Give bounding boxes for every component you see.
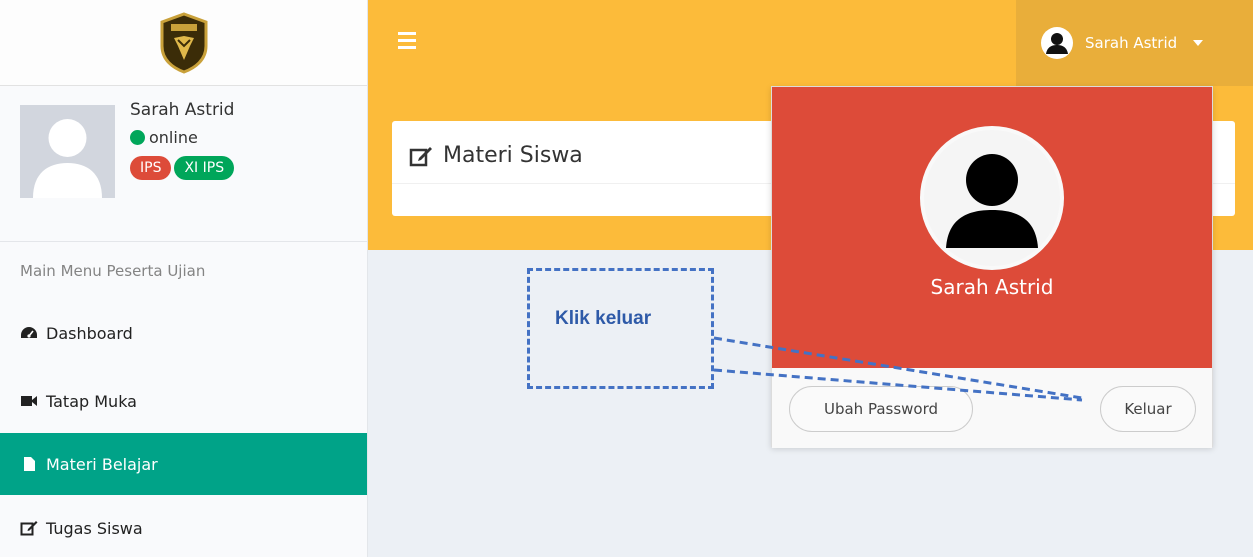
hamburger-menu-icon[interactable] (398, 32, 416, 49)
sidebar-item-tatap-muka[interactable]: Tatap Muka (0, 370, 367, 432)
sidebar-item-label: Tatap Muka (46, 391, 137, 411)
user-panel: Sarah Astrid online IPS XI IPS (0, 86, 367, 242)
profile-avatar-icon (920, 126, 1064, 270)
chevron-down-icon (1193, 40, 1204, 46)
school-logo[interactable] (159, 11, 209, 74)
user-menu-toggle[interactable]: Sarah Astrid (1016, 0, 1253, 86)
sidebar-item-materi-belajar[interactable]: Materi Belajar (0, 433, 367, 495)
dropdown-header: Sarah Astrid (772, 87, 1212, 368)
user-placeholder-icon (20, 105, 115, 198)
sidebar-item-dashboard[interactable]: Dashboard (0, 302, 367, 364)
user-name: Sarah Astrid (130, 100, 235, 120)
dashboard-icon (21, 327, 37, 338)
sidebar-item-label: Tugas Siswa (46, 518, 143, 538)
logo-bar (0, 0, 367, 86)
user-status: online (130, 128, 198, 147)
logout-button[interactable]: Keluar (1100, 386, 1196, 432)
status-label: online (149, 128, 198, 147)
menu-header: Main Menu Peserta Ujian (20, 262, 206, 280)
dropdown-user-name: Sarah Astrid (930, 275, 1054, 299)
dropdown-footer: Ubah Password Keluar (772, 368, 1212, 448)
avatar (20, 105, 115, 198)
badge-class: XI IPS (174, 156, 235, 180)
file-icon (24, 457, 35, 471)
video-camera-icon (21, 396, 37, 406)
annotation-text: Klik keluar (555, 308, 652, 329)
sidebar-item-label: Materi Belajar (46, 454, 158, 474)
top-navbar: Sarah Astrid (368, 0, 1253, 86)
topbar-user-name: Sarah Astrid (1085, 34, 1178, 52)
user-badges: IPS XI IPS (130, 156, 235, 180)
user-dropdown: Sarah Astrid Ubah Password Keluar (771, 86, 1213, 448)
sidebar: Sarah Astrid online IPS XI IPS Main Menu… (0, 0, 368, 557)
user-avatar-icon (1041, 27, 1073, 59)
sidebar-item-tugas-siswa[interactable]: Tugas Siswa (0, 497, 367, 557)
badge-major: IPS (130, 156, 172, 180)
edit-icon (20, 521, 38, 536)
page-title-text: Materi Siswa (443, 143, 583, 168)
edit-icon (409, 146, 432, 166)
online-indicator-icon (130, 130, 145, 145)
page-title: Materi Siswa (409, 143, 583, 168)
sidebar-item-label: Dashboard (46, 323, 133, 343)
change-password-button[interactable]: Ubah Password (789, 386, 973, 432)
